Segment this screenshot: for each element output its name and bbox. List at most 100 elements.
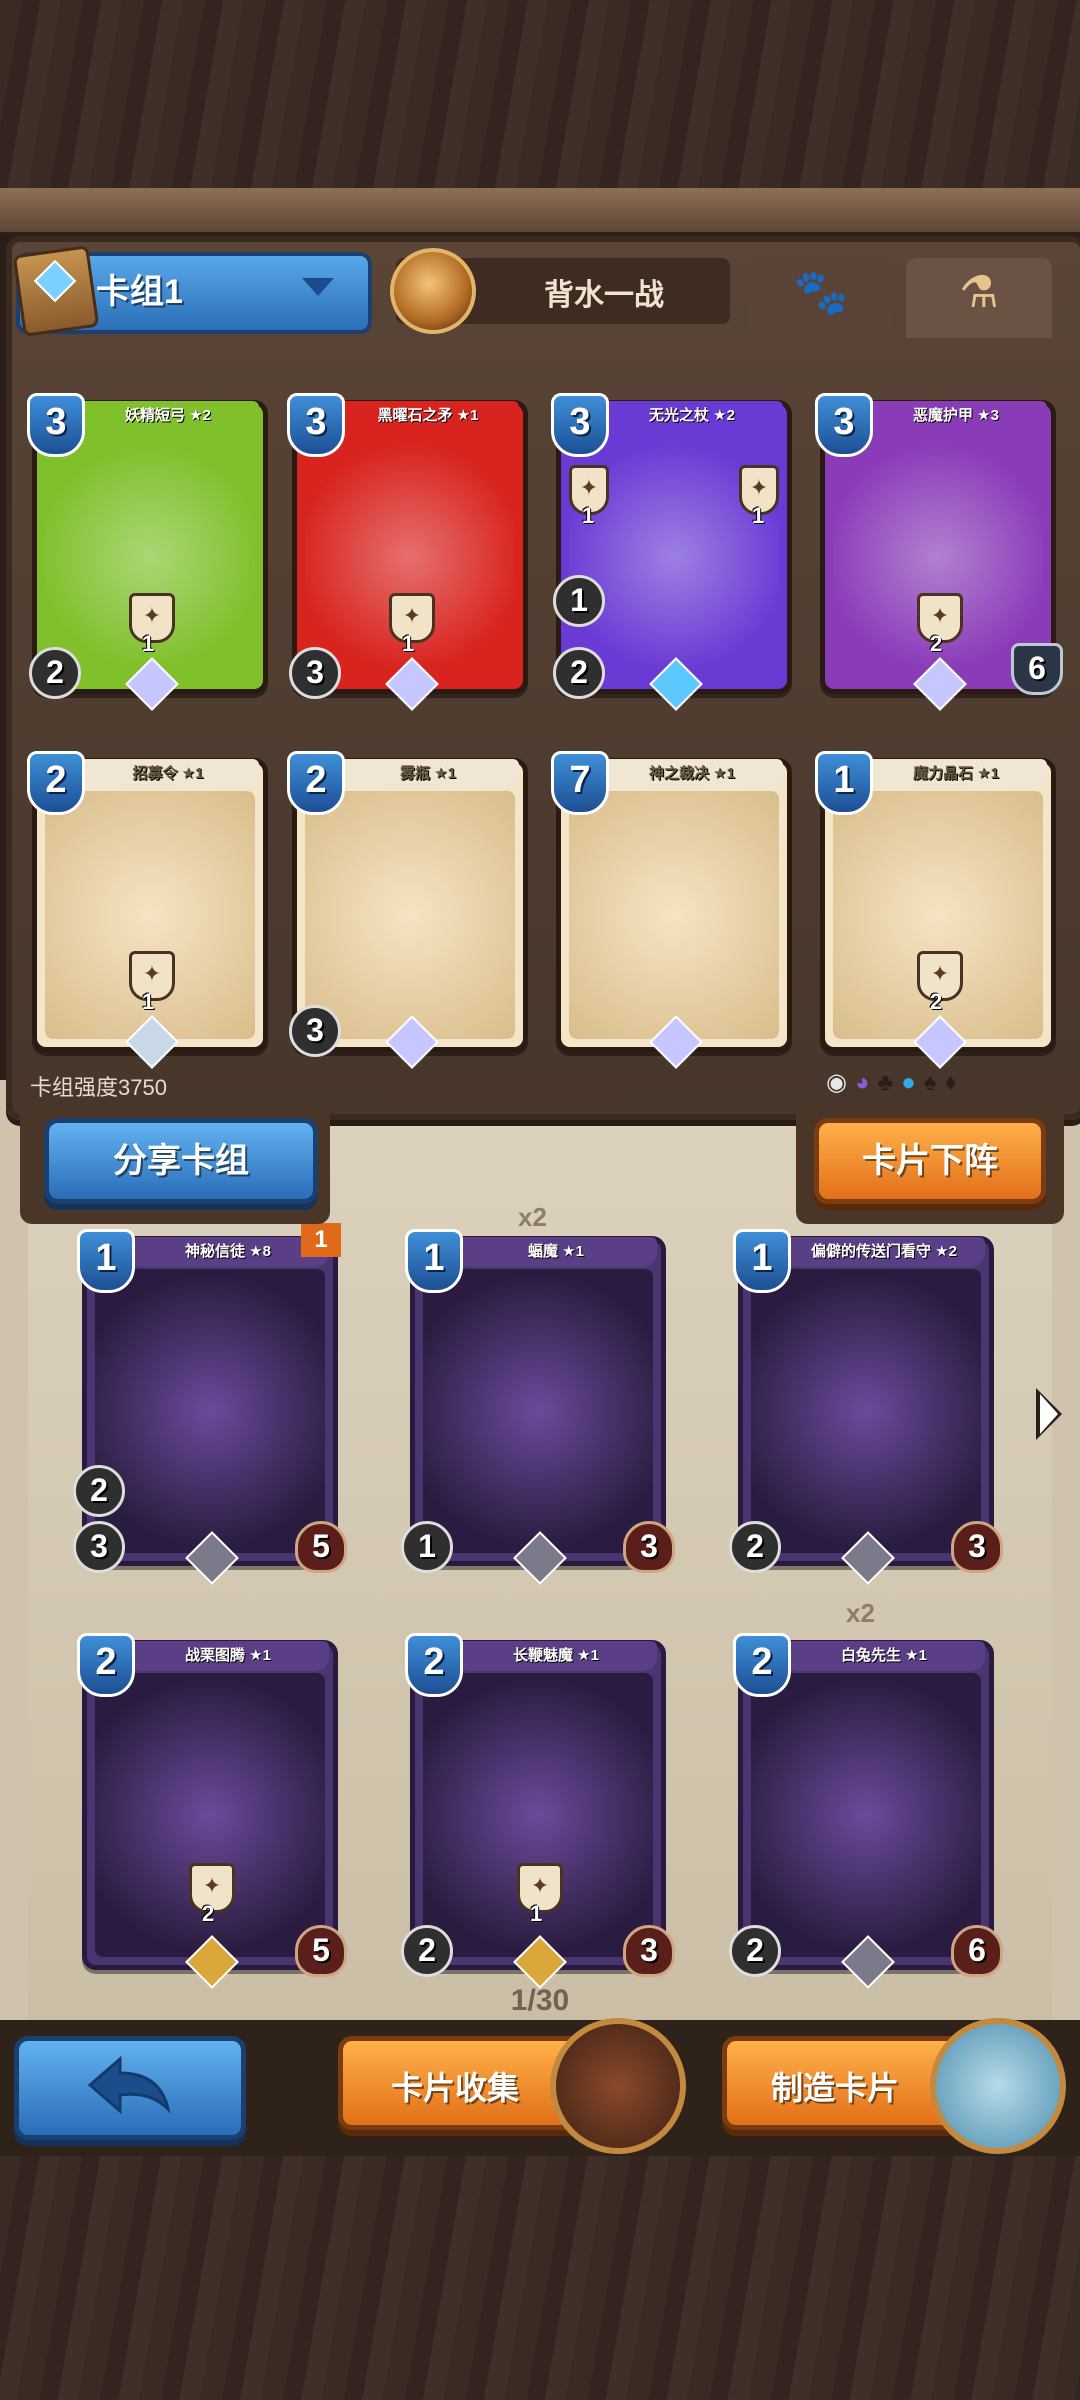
share-deck-button[interactable]: 分享卡组	[44, 1118, 318, 1204]
card-cost: 2	[733, 1633, 791, 1697]
collection-card[interactable]: 战栗图腾 ★1 2 5 ✦ 2	[77, 1633, 347, 1989]
card-cost: 7	[551, 751, 609, 815]
hp-stat: 5	[295, 1521, 347, 1573]
page-indicator: 1/30	[510, 1984, 570, 2017]
card-art	[751, 1269, 981, 1553]
filter-icons[interactable]: ◉◕♣●♠♦	[826, 1068, 965, 1097]
deck-card[interactable]: 雾瓶 ★1 2 3	[287, 751, 528, 1069]
circle-filter-icon[interactable]: ◉	[826, 1069, 855, 1096]
paw-jar-icon[interactable]	[930, 2018, 1066, 2154]
back-arrow-icon	[87, 2055, 171, 2115]
ability-icon: ✦ 1	[517, 1863, 563, 1926]
attack-stat: 3	[73, 1521, 125, 1573]
wood-background-top	[0, 0, 1080, 190]
card-cost: 1	[733, 1229, 791, 1293]
frame-bar-top	[0, 188, 1080, 236]
deck-card[interactable]: 黑曜石之矛 ★1 3 3 ✦ 1	[287, 393, 528, 711]
hero-portrait[interactable]	[390, 248, 476, 334]
hp-stat: 3	[623, 1521, 675, 1573]
deck-card[interactable]: 魔力晶石 ★1 1 ✦ 2	[815, 751, 1056, 1069]
chevron-down-icon[interactable]	[302, 278, 334, 296]
fire-filter-icon[interactable]: ♦	[944, 1069, 964, 1096]
card-name: 神秘信徒 ★8	[127, 1237, 329, 1267]
card-cost: 1	[815, 751, 873, 815]
attack-stat: 1	[553, 575, 605, 627]
remove-card-button[interactable]: 卡片下阵	[814, 1118, 1046, 1204]
tab-potion[interactable]: ⚗	[906, 258, 1052, 338]
card-name: 神之裁决 ★1	[601, 759, 783, 789]
collection-card[interactable]: 神秘信徒 ★8 1 3 2 5 1	[73, 1223, 347, 1585]
card-cost: 3	[27, 393, 85, 457]
card-cost: 2	[287, 751, 345, 815]
dice-stat: 2	[729, 1521, 781, 1573]
hp-stat: 5	[295, 1925, 347, 1977]
card-collection-icon[interactable]	[550, 2018, 686, 2154]
ability-icon: ✦ 1	[389, 593, 435, 656]
card-name: 魔力晶石 ★1	[865, 759, 1047, 789]
attack-stat: 3	[289, 647, 341, 699]
card-art	[423, 1269, 653, 1553]
tab-paw[interactable]: 🐾	[748, 258, 894, 328]
ability-count: 1	[530, 1901, 543, 1926]
wing-filter-icon[interactable]: ♠	[924, 1069, 945, 1096]
card-name: 妖精短弓 ★2	[77, 401, 259, 431]
card-art	[95, 1269, 325, 1553]
attack-stat: 2	[553, 647, 605, 699]
hp-stat: 3	[951, 1521, 1003, 1573]
deck-card[interactable]: 神之裁决 ★1 7	[551, 751, 792, 1069]
ability-icon: ✦ 2	[189, 1863, 235, 1926]
collection-card[interactable]: 长鞭魅魔 ★1 2 2 3 ✦ 1	[401, 1633, 675, 1989]
collection-card[interactable]: 蝠魔 ★1 1 1 3	[401, 1229, 675, 1585]
card-cost: 3	[287, 393, 345, 457]
swirl-filter-icon[interactable]: ◕	[855, 1069, 878, 1096]
deck-card[interactable]: 无光之杖 ★2 3 2 1 ✦ 1 ✦ 1	[551, 393, 792, 711]
back-button[interactable]	[14, 2036, 246, 2140]
collection-card[interactable]: 偏僻的传送门看守 ★2 1 2 3	[729, 1229, 1003, 1585]
card-cost: 3	[815, 393, 873, 457]
ability-count: 1	[582, 503, 595, 528]
flag-badge: 1	[301, 1223, 341, 1257]
ability-count: 2	[202, 1901, 215, 1926]
card-name: 长鞭魅魔 ★1	[455, 1641, 657, 1671]
dice-stat: 2	[729, 1925, 781, 1977]
potion-icon: ⚗	[959, 268, 999, 317]
ability-icon: ✦ 1	[569, 465, 609, 528]
card-cost: 2	[27, 751, 85, 815]
hp-stat: 3	[623, 1925, 675, 1977]
collection-card[interactable]: 白兔先生 ★1 2 2 6	[729, 1633, 1003, 1989]
x2-badge: x2	[846, 1598, 875, 1628]
paw-icon: 🐾	[793, 268, 849, 317]
ability-icon: ✦ 2	[917, 951, 963, 1014]
deck-card[interactable]: 恶魔护甲 ★3 3 6 ✦ 2	[815, 393, 1063, 711]
card-cost: 2	[77, 1633, 135, 1697]
leaf-filter-icon[interactable]: ♣	[877, 1069, 901, 1096]
card-art	[569, 791, 779, 1039]
ability-icon: ✦ 1	[129, 951, 175, 1014]
card-art	[751, 1673, 981, 1957]
deck-strength: 卡组强度3750	[30, 1075, 167, 1100]
next-page-arrow[interactable]	[1036, 1388, 1062, 1440]
card-art	[305, 791, 515, 1039]
card-cost: 1	[405, 1229, 463, 1293]
ability-icon: ✦ 1	[129, 593, 175, 656]
dice-stat: 2	[73, 1465, 125, 1517]
ability-icon: ✦ 1	[739, 465, 779, 528]
card-cost: 1	[77, 1229, 135, 1293]
attack-stat: 3	[289, 1005, 341, 1057]
card-name: 黑曜石之矛 ★1	[337, 401, 519, 431]
deck-name: 卡组1	[96, 273, 183, 311]
attack-stat: 2	[29, 647, 81, 699]
card-name: 偏僻的传送门看守 ★2	[783, 1237, 985, 1267]
attack-stat: 1	[401, 1521, 453, 1573]
deck-card[interactable]: 招募令 ★1 2 ✦ 1	[27, 751, 268, 1069]
x2-badge: x2	[518, 1202, 547, 1232]
card-name: 白兔先生 ★1	[783, 1641, 985, 1671]
water-filter-icon[interactable]: ●	[901, 1069, 924, 1096]
ability-count: 1	[752, 503, 765, 528]
card-name: 恶魔护甲 ★3	[865, 401, 1047, 431]
attack-stat: 2	[401, 1925, 453, 1977]
card-name: 雾瓶 ★1	[337, 759, 519, 789]
card-name: 蝠魔 ★1	[455, 1237, 657, 1267]
deck-card[interactable]: 妖精短弓 ★2 3 2 ✦ 1	[27, 393, 268, 711]
card-name: 招募令 ★1	[77, 759, 259, 789]
